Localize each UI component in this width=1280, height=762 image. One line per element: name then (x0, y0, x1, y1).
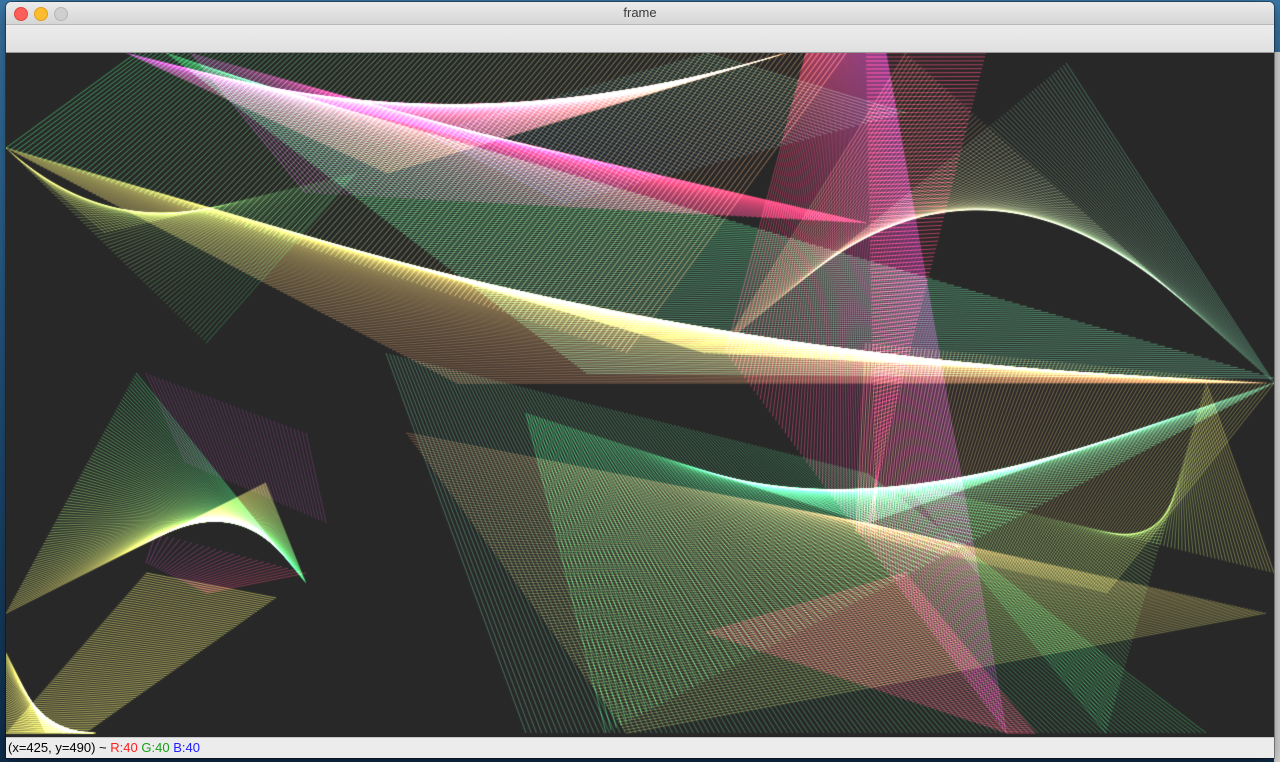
cursor-coordinates: (x=425, y=490) ~ (8, 740, 107, 755)
status-bar: (x=425, y=490) ~ R:40 G:40 B:40 (6, 737, 1274, 758)
adjacent-window-edge (1274, 52, 1280, 762)
toolbar (6, 25, 1274, 53)
pixel-red-value: R:40 (110, 740, 138, 755)
window-title: frame (623, 5, 657, 20)
string-art-canvas[interactable] (6, 53, 1274, 737)
image-display-area[interactable] (6, 53, 1274, 737)
title-bar[interactable]: frame (6, 2, 1274, 25)
pixel-blue-value: B:40 (173, 740, 200, 755)
pixel-green-value: G:40 (141, 740, 170, 755)
app-window: frame (x=425, y=490) ~ R:40 G:40 B:40 (6, 2, 1274, 758)
